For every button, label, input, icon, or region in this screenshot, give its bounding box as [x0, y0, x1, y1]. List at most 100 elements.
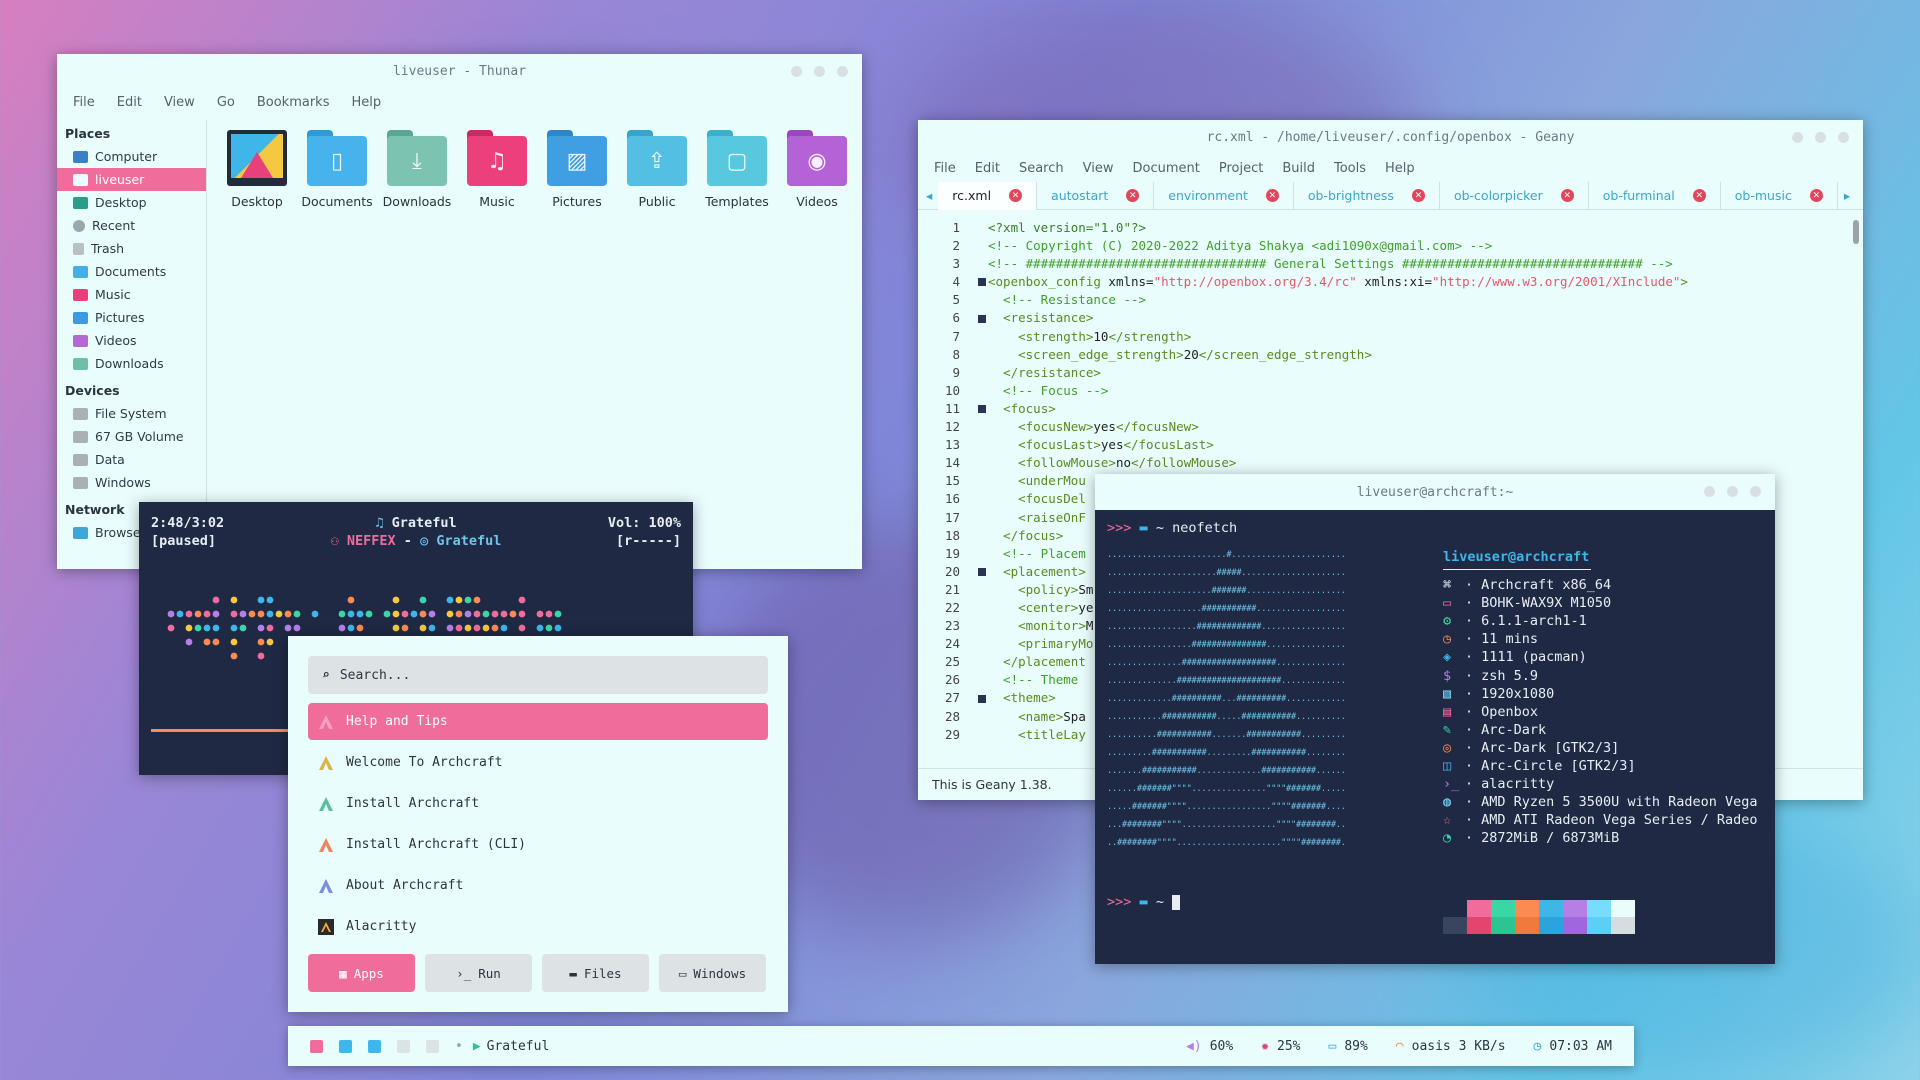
maximize-button[interactable]	[814, 66, 825, 77]
sidebar-item-recent[interactable]: Recent	[57, 214, 206, 237]
menu-bookmarks[interactable]: Bookmarks	[257, 95, 330, 110]
menu-build[interactable]: Build	[1282, 161, 1315, 176]
menu-view[interactable]: View	[164, 95, 195, 110]
visualizer-dot	[455, 624, 463, 632]
workspace-3[interactable]	[368, 1039, 381, 1053]
tab-ob-colorpicker[interactable]: ob-colorpicker ✕	[1440, 181, 1589, 210]
sidebar-item-volume[interactable]: 67 GB Volume	[57, 425, 206, 448]
sidebar-item-liveuser[interactable]: liveuser	[57, 168, 206, 191]
volume-module[interactable]: ◀) 60%	[1186, 1039, 1233, 1054]
fold-marker-icon[interactable]	[978, 278, 986, 287]
close-tab-icon[interactable]: ✕	[1411, 189, 1425, 202]
network-module[interactable]: ◠ oasis 3 KB/s	[1396, 1039, 1506, 1054]
windows-button[interactable]: ▭ Windows	[659, 954, 766, 992]
workspace-4[interactable]	[397, 1039, 410, 1053]
launcher-item-install[interactable]: Install Archcraft	[308, 785, 768, 822]
menu-edit[interactable]: Edit	[975, 161, 1000, 176]
menu-view[interactable]: View	[1083, 161, 1114, 176]
sidebar-item-videos[interactable]: Videos	[57, 329, 206, 352]
file-item-templates[interactable]: ▢ Templates	[697, 130, 777, 209]
geany-titlebar[interactable]: rc.xml - /home/liveuser/.config/openbox …	[918, 120, 1863, 154]
close-button[interactable]	[1838, 132, 1849, 143]
sidebar-item-documents[interactable]: Documents	[57, 260, 206, 283]
maximize-button[interactable]	[1815, 132, 1826, 143]
visualizer-dot	[176, 610, 184, 618]
tab-scroll-left-icon[interactable]: ◂	[926, 188, 932, 203]
menu-document[interactable]: Document	[1132, 161, 1199, 176]
user-host: liveuser@archcraft	[1443, 549, 1590, 565]
tab-rc-xml[interactable]: rc.xml ✕	[938, 181, 1038, 210]
tab-autostart[interactable]: autostart ✕	[1037, 181, 1155, 210]
launcher-item-welcome[interactable]: Welcome To Archcraft	[308, 744, 768, 781]
close-button[interactable]	[837, 66, 848, 77]
editor-scrollbar[interactable]	[1853, 220, 1859, 244]
fold-marker-icon[interactable]	[978, 694, 986, 703]
sidebar-item-filesystem[interactable]: File System	[57, 402, 206, 425]
files-button[interactable]: ▬ Files	[542, 954, 649, 992]
run-button[interactable]: ›_ Run	[425, 954, 532, 992]
file-item-pictures[interactable]: ▨ Pictures	[537, 130, 617, 209]
menu-help[interactable]: Help	[351, 95, 381, 110]
now-playing[interactable]: Grateful	[487, 1039, 550, 1054]
launcher-search[interactable]: ⌕ Search...	[308, 656, 768, 694]
file-item-downloads[interactable]: ⤓ Downloads	[377, 130, 457, 209]
thunar-titlebar[interactable]: liveuser - Thunar	[57, 54, 862, 88]
close-button[interactable]	[1750, 486, 1761, 497]
close-tab-icon[interactable]: ✕	[1692, 189, 1706, 202]
close-tab-icon[interactable]: ✕	[1009, 189, 1023, 202]
launcher-item-help[interactable]: Help and Tips	[308, 703, 768, 740]
fold-marker-icon[interactable]	[978, 314, 986, 323]
menu-file[interactable]: File	[934, 161, 956, 176]
file-item-desktop[interactable]: Desktop	[217, 130, 297, 209]
play-icon[interactable]: ▶	[473, 1039, 481, 1054]
visualizer-dot	[167, 624, 175, 632]
launcher-item-about[interactable]: About Archcraft	[308, 867, 768, 904]
tab-ob-brightness[interactable]: ob-brightness ✕	[1294, 181, 1440, 210]
apps-button[interactable]: ▦ Apps	[308, 954, 415, 992]
sidebar-item-music[interactable]: Music	[57, 283, 206, 306]
sidebar-item-trash[interactable]: Trash	[57, 237, 206, 260]
close-tab-icon[interactable]: ✕	[1265, 189, 1279, 202]
terminal-body[interactable]: >>> ▬ ~ neofetch .......................…	[1095, 510, 1775, 964]
sidebar-item-data[interactable]: Data	[57, 448, 206, 471]
launcher-item-install-cli[interactable]: Install Archcraft (CLI)	[308, 826, 768, 863]
sidebar-item-computer[interactable]: Computer	[57, 145, 206, 168]
file-item-music[interactable]: ♫ Music	[457, 130, 537, 209]
terminal-titlebar[interactable]: liveuser@archcraft:~	[1095, 474, 1775, 510]
fold-marker-icon[interactable]	[978, 567, 986, 576]
workspace-2[interactable]	[339, 1039, 352, 1053]
menu-search[interactable]: Search	[1019, 161, 1064, 176]
tab-ob-music[interactable]: ob-music ✕	[1721, 181, 1838, 210]
file-item-documents[interactable]: ▯ Documents	[297, 130, 377, 209]
workspace-1[interactable]	[310, 1039, 323, 1053]
launcher-item-alacritty[interactable]: Alacritty	[308, 908, 768, 945]
visualizer-dot	[518, 596, 526, 604]
minimize-button[interactable]	[791, 66, 802, 77]
maximize-button[interactable]	[1727, 486, 1738, 497]
workspace-5[interactable]	[426, 1039, 439, 1053]
sidebar-item-pictures[interactable]: Pictures	[57, 306, 206, 329]
file-item-videos[interactable]: ◉ Videos	[777, 130, 857, 209]
search-input[interactable]: Search...	[340, 668, 410, 683]
tab-scroll-right-icon[interactable]: ▸	[1844, 188, 1850, 203]
menu-file[interactable]: File	[73, 95, 95, 110]
sidebar-item-windows[interactable]: Windows	[57, 471, 206, 494]
sidebar-item-desktop[interactable]: Desktop	[57, 191, 206, 214]
tab-ob-furminal[interactable]: ob-furminal ✕	[1589, 181, 1721, 210]
close-tab-icon[interactable]: ✕	[1560, 189, 1574, 202]
minimize-button[interactable]	[1704, 486, 1715, 497]
menu-project[interactable]: Project	[1219, 161, 1263, 176]
tab-environment[interactable]: environment ✕	[1154, 181, 1294, 210]
visualizer-dot	[392, 596, 400, 604]
file-item-public[interactable]: ⇪ Public	[617, 130, 697, 209]
close-tab-icon[interactable]: ✕	[1126, 189, 1140, 202]
clock-module[interactable]: ◷ 07:03 AM	[1534, 1039, 1612, 1054]
close-tab-icon[interactable]: ✕	[1809, 189, 1823, 202]
menu-go[interactable]: Go	[217, 95, 235, 110]
sidebar-item-downloads[interactable]: Downloads	[57, 352, 206, 375]
menu-tools[interactable]: Tools	[1334, 161, 1366, 176]
menu-edit[interactable]: Edit	[117, 95, 142, 110]
menu-help[interactable]: Help	[1385, 161, 1415, 176]
minimize-button[interactable]	[1792, 132, 1803, 143]
fold-marker-icon[interactable]	[978, 405, 986, 413]
